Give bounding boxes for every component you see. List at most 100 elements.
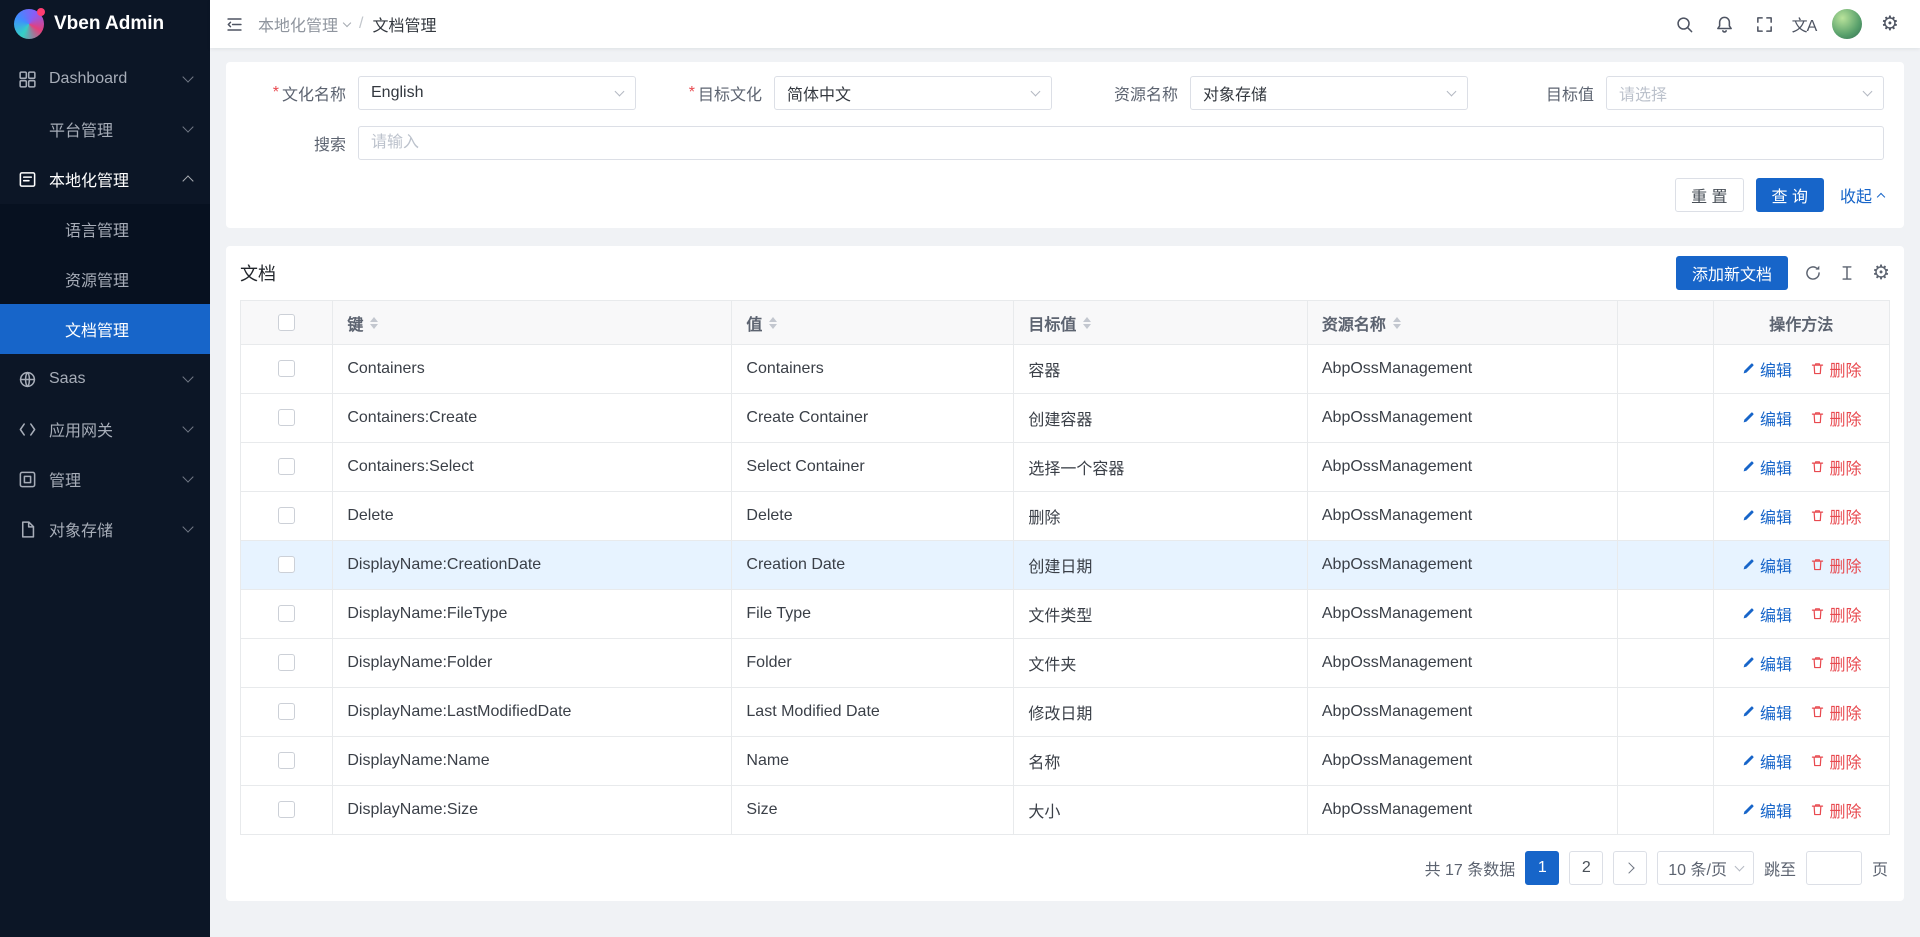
sort-icon[interactable] <box>1393 317 1401 329</box>
topbar-actions: 文A ⚙ <box>1664 0 1920 48</box>
breadcrumb-current: 文档管理 <box>372 12 436 36</box>
sort-icon[interactable] <box>1083 317 1091 329</box>
delete-button[interactable]: 删除 <box>1810 553 1861 577</box>
row-checkbox[interactable] <box>278 360 295 377</box>
fullscreen-icon[interactable] <box>1744 0 1784 48</box>
edit-button[interactable]: 编辑 <box>1741 553 1792 577</box>
delete-button[interactable]: 删除 <box>1810 700 1861 724</box>
search-input[interactable] <box>358 126 1884 160</box>
page-button-1[interactable]: 1 <box>1525 851 1559 885</box>
table-row[interactable]: DisplayName:Name Name 名称 AbpOssManagemen… <box>241 737 1890 786</box>
edit-button[interactable]: 编辑 <box>1741 504 1792 528</box>
cell-key: Containers:Create <box>333 394 732 443</box>
empty-column-cell <box>1617 345 1713 394</box>
column-height-icon[interactable] <box>1838 264 1856 282</box>
row-checkbox[interactable] <box>278 507 295 524</box>
cell-resource-name: AbpOssManagement <box>1307 345 1617 394</box>
edit-button[interactable]: 编辑 <box>1741 798 1792 822</box>
trash-icon <box>1810 802 1825 817</box>
translate-icon[interactable]: 文A <box>1784 0 1824 48</box>
row-checkbox[interactable] <box>278 409 295 426</box>
refresh-icon[interactable] <box>1804 264 1822 282</box>
edit-button[interactable]: 编辑 <box>1741 406 1792 430</box>
reset-button[interactable]: 重 置 <box>1675 178 1743 212</box>
search-icon[interactable] <box>1664 0 1704 48</box>
row-checkbox[interactable] <box>278 605 295 622</box>
cell-value: Name <box>732 737 1014 786</box>
delete-button[interactable]: 删除 <box>1810 406 1861 430</box>
table-row[interactable]: Containers Containers 容器 AbpOssManagemen… <box>241 345 1890 394</box>
sidebar-item-platform[interactable]: 平台管理 <box>0 104 210 154</box>
edit-button[interactable]: 编辑 <box>1741 602 1792 626</box>
delete-button[interactable]: 删除 <box>1810 749 1861 773</box>
menu-fold-icon[interactable] <box>210 0 258 48</box>
table-row[interactable]: Delete Delete 删除 AbpOssManagement 编辑 <box>241 492 1890 541</box>
delete-button[interactable]: 删除 <box>1810 798 1861 822</box>
table-settings-gear-icon[interactable]: ⚙ <box>1872 263 1890 283</box>
sidebar-item-resource-management[interactable]: 资源管理 <box>0 254 210 304</box>
row-checkbox[interactable] <box>278 801 295 818</box>
sidebar-item-gateway[interactable]: 应用网关 <box>0 404 210 454</box>
field-culture-name: * 文化名称 English <box>246 76 636 110</box>
breadcrumb-separator: / <box>359 15 363 33</box>
edit-button[interactable]: 编辑 <box>1741 651 1792 675</box>
page-size-select[interactable]: 10 条/页 <box>1657 851 1754 885</box>
select-all-checkbox[interactable] <box>278 314 295 331</box>
collapse-link[interactable]: 收起 <box>1840 183 1884 207</box>
table-row[interactable]: Containers:Create Create Container 创建容器 … <box>241 394 1890 443</box>
bell-icon[interactable] <box>1704 0 1744 48</box>
settings-gear-icon[interactable]: ⚙ <box>1870 0 1910 48</box>
sidebar-item-dashboard[interactable]: Dashboard <box>0 54 210 104</box>
table-row[interactable]: Containers:Select Select Container 选择一个容… <box>241 443 1890 492</box>
target-value-select[interactable]: 请选择 <box>1606 76 1884 110</box>
row-checkbox[interactable] <box>278 458 295 475</box>
edit-button[interactable]: 编辑 <box>1741 700 1792 724</box>
select-value: 简体中文 <box>787 81 851 105</box>
chevron-down-icon <box>182 371 193 382</box>
cell-value: Folder <box>732 639 1014 688</box>
edit-button[interactable]: 编辑 <box>1741 455 1792 479</box>
cell-resource-name: AbpOssManagement <box>1307 786 1617 835</box>
table-row[interactable]: DisplayName:Size Size 大小 AbpOssManagemen… <box>241 786 1890 835</box>
row-checkbox[interactable] <box>278 556 295 573</box>
logo[interactable]: Vben Admin <box>0 0 210 48</box>
cell-key: DisplayName:FileType <box>333 590 732 639</box>
toolbar-actions: 添加新文档 ⚙ <box>1676 256 1890 290</box>
resource-name-select[interactable]: 对象存储 <box>1190 76 1468 110</box>
delete-button[interactable]: 删除 <box>1810 357 1861 381</box>
sidebar-item-document-management[interactable]: 文档管理 <box>0 304 210 354</box>
page-button-2[interactable]: 2 <box>1569 851 1603 885</box>
column-header-actions: 操作方法 <box>1713 301 1889 345</box>
empty-column-cell <box>1617 541 1713 590</box>
delete-button[interactable]: 删除 <box>1810 602 1861 626</box>
sidebar-item-saas[interactable]: Saas <box>0 354 210 404</box>
table-row[interactable]: DisplayName:FileType File Type 文件类型 AbpO… <box>241 590 1890 639</box>
edit-button[interactable]: 编辑 <box>1741 357 1792 381</box>
row-checkbox[interactable] <box>278 752 295 769</box>
jump-page-input[interactable] <box>1806 851 1862 885</box>
culture-name-select[interactable]: English <box>358 76 636 110</box>
next-page-button[interactable] <box>1613 851 1647 885</box>
table-row[interactable]: DisplayName:LastModifiedDate Last Modifi… <box>241 688 1890 737</box>
query-button[interactable]: 查 询 <box>1756 178 1824 212</box>
sort-icon[interactable] <box>370 317 378 329</box>
avatar[interactable] <box>1832 9 1862 39</box>
sidebar-item-object-storage[interactable]: 对象存储 <box>0 504 210 554</box>
table-row[interactable]: DisplayName:Folder Folder 文件夹 AbpOssMana… <box>241 639 1890 688</box>
add-document-button[interactable]: 添加新文档 <box>1676 256 1788 290</box>
row-checkbox[interactable] <box>278 654 295 671</box>
row-checkbox[interactable] <box>278 703 295 720</box>
breadcrumb-parent[interactable]: 本地化管理 <box>258 12 350 36</box>
sidebar-item-localization[interactable]: 本地化管理 <box>0 154 210 204</box>
sort-icon[interactable] <box>769 317 777 329</box>
sidebar-item-management[interactable]: 管理 <box>0 454 210 504</box>
delete-button[interactable]: 删除 <box>1810 455 1861 479</box>
table-row[interactable]: DisplayName:CreationDate Creation Date 创… <box>241 541 1890 590</box>
trash-icon <box>1810 655 1825 670</box>
column-header-target: 目标值 <box>1028 311 1076 335</box>
delete-button[interactable]: 删除 <box>1810 504 1861 528</box>
delete-button[interactable]: 删除 <box>1810 651 1861 675</box>
sidebar-item-language-management[interactable]: 语言管理 <box>0 204 210 254</box>
target-culture-select[interactable]: 简体中文 <box>774 76 1052 110</box>
edit-button[interactable]: 编辑 <box>1741 749 1792 773</box>
